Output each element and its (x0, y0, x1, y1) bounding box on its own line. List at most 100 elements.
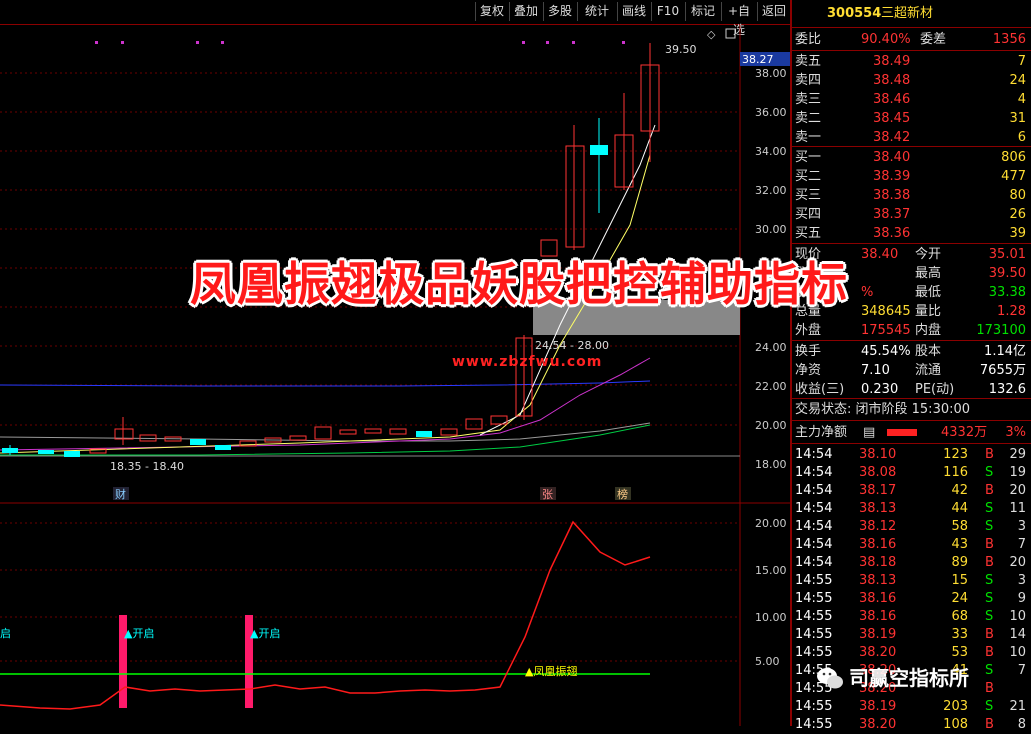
tick-count: 9 (1017, 591, 1026, 606)
buy-level-row: 买二 38.39 477 (795, 167, 1028, 186)
tick-volume: 123 (943, 447, 968, 462)
tick-price: 38.20 (859, 645, 897, 660)
add-favorite-button[interactable]: +自选 (721, 2, 756, 37)
tick-volume: 33 (951, 627, 968, 642)
tick-row: 14:55 38.13 15 S 3 (795, 571, 1028, 590)
diamond-icon: ◇ (707, 28, 716, 41)
signal-dots (95, 41, 625, 44)
tick-side: B (985, 447, 994, 462)
quote-info-label: 流通 (915, 363, 942, 378)
trade-status: 交易状态: 闭市阶段 15:30:00 (795, 400, 1028, 419)
wechat-watermark: 司赢空指标所 (815, 663, 1025, 693)
tick-time: 14:54 (795, 483, 833, 498)
tick-price: 38.19 (859, 627, 897, 642)
tick-time: 14:55 (795, 645, 833, 660)
tick-side: B (985, 537, 994, 552)
tick-time: 14:54 (795, 537, 833, 552)
indicator-axis-tick: 5.00 (755, 655, 780, 668)
main-net-bar (887, 429, 917, 436)
draw-line-button[interactable]: 画线 (617, 2, 650, 21)
tick-volume: 108 (943, 717, 968, 732)
tick-count: 20 (1009, 555, 1026, 570)
quote-stat-value: 1.28 (997, 304, 1026, 319)
buy-level-volume: 39 (1009, 226, 1026, 241)
tick-time: 14:55 (795, 717, 833, 732)
overlay-button[interactable]: 叠加 (509, 2, 542, 21)
tick-volume: 44 (951, 501, 968, 516)
stock-header: 300554 三超新材 (795, 4, 1028, 23)
tick-count: 10 (1009, 645, 1026, 660)
quote-info-label: 换手 (795, 344, 822, 359)
buy-level-price: 38.39 (873, 169, 911, 184)
tick-side: S (985, 573, 994, 588)
sell-level-price: 38.48 (873, 73, 911, 88)
tick-row: 14:54 38.10 123 B 29 (795, 445, 1028, 464)
sell-level-row: 卖二 38.45 31 (795, 109, 1028, 128)
sell-level-volume: 6 (1017, 130, 1026, 145)
tick-side: S (985, 519, 994, 534)
buy-level-label: 买二 (795, 169, 822, 184)
statistics-button[interactable]: 统计 (577, 2, 616, 21)
sell-level-volume: 4 (1017, 92, 1026, 107)
tick-count: 20 (1009, 483, 1026, 498)
sell-level-row: 卖五 38.49 7 (795, 52, 1028, 71)
tick-row: 14:55 38.19 203 S 21 (795, 697, 1028, 716)
kline-chart[interactable]: 24.54 - 28.00 39.50 18.35 - 18.40 38.27 … (0, 25, 790, 726)
buy-level-volume: 477 (1001, 169, 1026, 184)
tick-volume: 68 (951, 609, 968, 624)
range-label: 24.54 - 28.00 (535, 339, 609, 352)
tick-volume: 15 (951, 573, 968, 588)
main-net-row[interactable]: 主力净额 ▤ 4332万 3% (795, 423, 1028, 442)
sell-level-price: 38.46 (873, 92, 911, 107)
axis-tick: 18.00 (755, 458, 787, 471)
buy-level-volume: 26 (1009, 207, 1026, 222)
webi-row: 委比 90.40% 委差 1356 (795, 30, 1028, 49)
weicha-label: 委差 (920, 32, 947, 47)
high-label: 39.50 (665, 43, 697, 56)
tick-row: 14:54 38.08 116 S 19 (795, 463, 1028, 482)
wechat-text: 司赢空指标所 (849, 666, 969, 690)
tick-volume: 89 (951, 555, 968, 570)
fuquan-button[interactable]: 复权 (475, 2, 508, 21)
menu-icon[interactable]: ▤ (863, 423, 875, 442)
tick-side: S (985, 609, 994, 624)
multi-stock-button[interactable]: 多股 (543, 2, 576, 21)
tick-time: 14:55 (795, 591, 833, 606)
main-net-label: 主力净额 (795, 425, 848, 440)
tick-time: 14:54 (795, 447, 833, 462)
quote-info-label: 净资 (795, 363, 822, 378)
tick-row: 14:54 38.17 42 B 20 (795, 481, 1028, 500)
quote-info-value: 1.14亿 (984, 344, 1026, 359)
quote-stat-label: 外盘 (795, 323, 822, 338)
back-button[interactable]: 返回 (757, 2, 790, 21)
tick-volume: 43 (951, 537, 968, 552)
signal-label: 启 (0, 627, 11, 640)
tick-row: 14:54 38.12 58 S 3 (795, 517, 1028, 536)
tick-price: 38.12 (859, 519, 897, 534)
quote-info-label: 收益(三) (795, 382, 845, 397)
tick-row: 14:55 38.20 53 B 10 (795, 643, 1028, 662)
sell-level-label: 卖三 (795, 92, 822, 107)
buy-level-row: 买一 38.40 806 (795, 148, 1028, 167)
axis-tick: 20.00 (755, 419, 787, 432)
tick-time: 14:54 (795, 501, 833, 516)
low-label: 18.35 - 18.40 (110, 460, 184, 473)
quote-stat-row: 外盘 175545 内盘 173100 (795, 321, 1028, 340)
tick-count: 14 (1009, 627, 1026, 642)
indicator-axis-tick: 15.00 (755, 564, 787, 577)
quote-info-row: 净资 7.10 流通 7655万 (795, 361, 1028, 380)
f10-button[interactable]: F10 (651, 2, 684, 21)
quote-info-row: 收益(三) 0.230 PE(动) 132.6 (795, 380, 1028, 399)
tick-side: B (985, 645, 994, 660)
mark-button[interactable]: 标记 (685, 2, 720, 21)
buy-level-label: 买三 (795, 188, 822, 203)
buy-level-price: 38.37 (873, 207, 911, 222)
webi-label: 委比 (795, 32, 822, 47)
tick-time: 14:54 (795, 519, 833, 534)
tick-side: B (985, 717, 994, 732)
watermark-url: www.zbzfwu.com (452, 354, 603, 370)
chart-toolbar: 复权 叠加 多股 统计 画线 F10 标记 +自选 返回 (0, 0, 790, 37)
buy-level-price: 38.38 (873, 188, 911, 203)
trade-status-text: 交易状态: 闭市阶段 15:30:00 (795, 402, 971, 417)
quote-info-value: 0.230 (861, 382, 899, 397)
